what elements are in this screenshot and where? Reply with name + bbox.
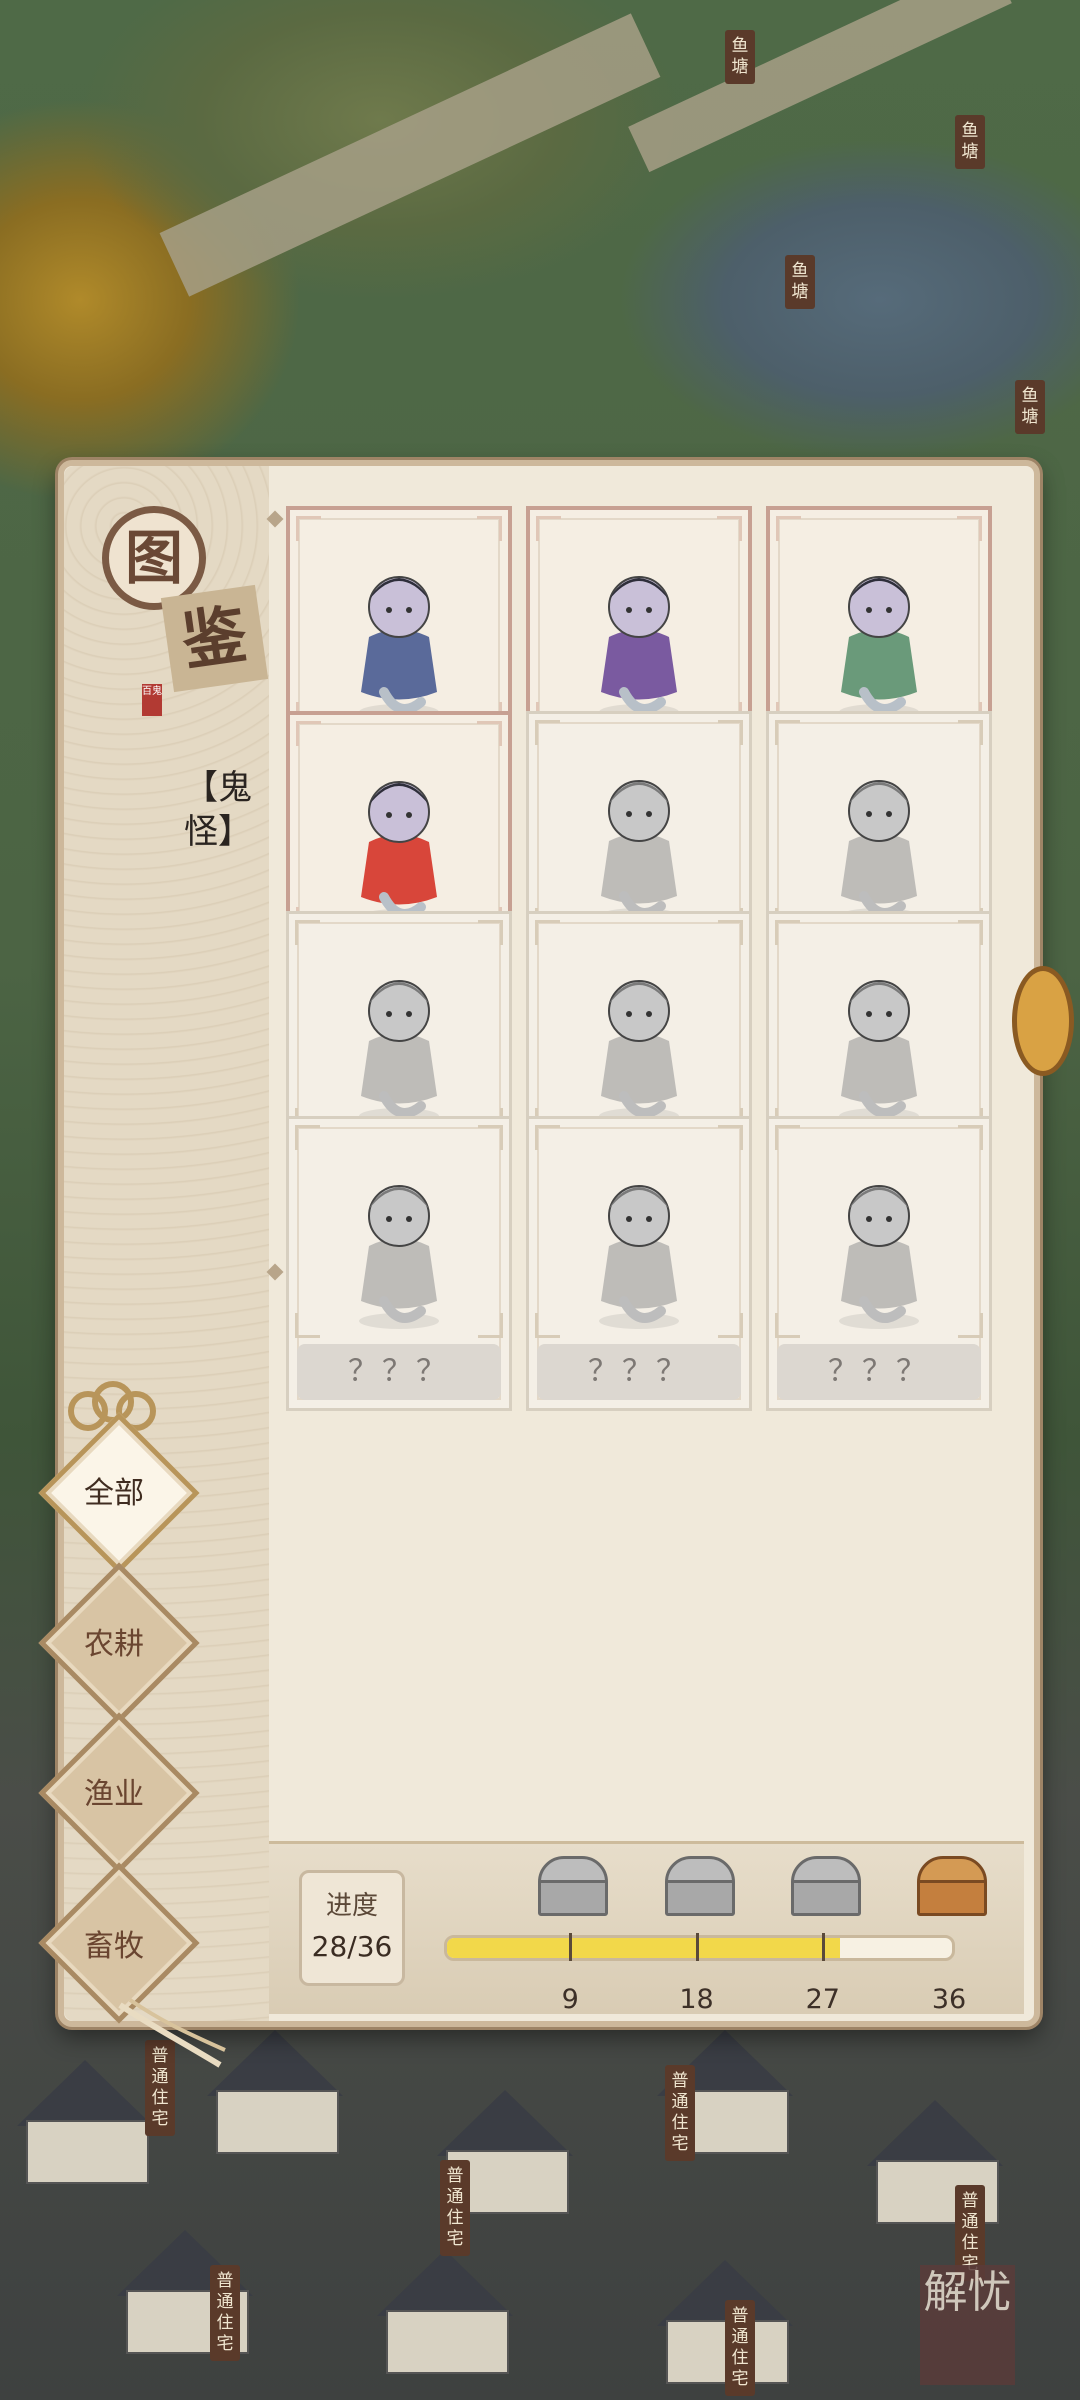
tassel-ornament-icon [118, 1998, 226, 2068]
map-house [100, 2230, 270, 2354]
silhouette-portrait-icon [839, 980, 919, 1124]
card-corner-ornament [775, 920, 800, 945]
card-corner-ornament [295, 1313, 320, 1338]
progress-box: 进度 28/36 [299, 1870, 405, 1986]
card-name: ？？？ [297, 1344, 501, 1400]
card-corner-ornament [718, 920, 743, 945]
card-corner-ornament [477, 516, 502, 541]
card-name: ？？？ [777, 1344, 981, 1400]
card-corner-ornament [957, 516, 982, 541]
milestone-label: 27 [805, 1984, 840, 2015]
locked-card[interactable]: ？？？ [766, 1116, 992, 1411]
silhouette-portrait-icon [359, 1185, 439, 1329]
locked-card[interactable]: ？？？ [526, 1116, 752, 1411]
silhouette-portrait-icon [359, 980, 439, 1124]
card-corner-ornament [717, 516, 742, 541]
card-corner-ornament [535, 1313, 560, 1338]
card-corner-ornament [958, 1125, 983, 1150]
card-corner-ornament [536, 516, 561, 541]
card-corner-ornament [478, 1125, 503, 1150]
collection-grid[interactable]: 舟幽灵酒鬼痴情鬼脱发鬼爱哭鬼倒霉鬼兔夕？？？？？？？？？？？？？？？？？？？？？… [286, 506, 1016, 1836]
card-corner-ornament [776, 516, 801, 541]
silhouette-portrait-icon [599, 780, 679, 924]
ghost-portrait-icon [839, 576, 919, 720]
silhouette-portrait-icon [839, 1185, 919, 1329]
card-corner-ornament [296, 721, 321, 746]
milestone-label: 36 [931, 1984, 967, 2015]
card-corner-ornament [958, 720, 983, 745]
card-corner-ornament [718, 1125, 743, 1150]
card-corner-ornament [535, 1125, 560, 1150]
encyclopedia-title: 图 鉴 百鬼 [102, 506, 269, 716]
encyclopedia-panel: 图 鉴 百鬼 【鬼怪】 全部 农耕 渔业 畜牧 舟幽灵酒鬼痴情鬼脱发鬼爱哭鬼倒霉… [38, 460, 1074, 2027]
card-corner-ornament [958, 920, 983, 945]
map-house [850, 2100, 1020, 2224]
row-divider-ornament [266, 1263, 284, 1281]
card-corner-ornament [535, 720, 560, 745]
card-corner-ornament [295, 1125, 320, 1150]
milestone-label: 9 [561, 1984, 579, 2015]
milestone-label: 18 [679, 1984, 714, 2015]
map-sign-house[interactable]: 普通住宅 [665, 2065, 695, 2161]
card-corner-ornament [535, 920, 560, 945]
card-corner-ornament [775, 720, 800, 745]
map-sign-pond[interactable]: 鱼塘 [785, 255, 815, 309]
progress-value: 28/36 [311, 1930, 393, 1963]
silhouette-portrait-icon [599, 980, 679, 1124]
filter-label: 全部 [84, 1476, 144, 1511]
map-house [360, 2250, 530, 2374]
card-corner-ornament [775, 1125, 800, 1150]
map-sign-house[interactable]: 普通住宅 [725, 2300, 755, 2396]
jieyou-button[interactable]: 解忧 [920, 2265, 1015, 2385]
card-corner-ornament [478, 1313, 503, 1338]
milestone-tick [821, 1933, 825, 1961]
card-corner-ornament [478, 920, 503, 945]
card-corner-ornament [775, 1313, 800, 1338]
category-label: 【鬼怪】 [184, 768, 252, 852]
silver-chest-icon[interactable] [664, 1856, 735, 1916]
silver-chest-icon[interactable] [538, 1856, 609, 1916]
milestone-tick [569, 1933, 573, 1961]
progress-label: 进度 [325, 1891, 378, 1921]
card-corner-ornament [477, 721, 502, 746]
silhouette-portrait-icon [839, 780, 919, 924]
progress-fill [447, 1938, 840, 1958]
filter-label: 渔业 [84, 1777, 144, 1812]
map-sign-pond[interactable]: 鱼塘 [955, 115, 985, 169]
card-name: ？？？ [537, 1344, 741, 1400]
row-divider-ornament [266, 510, 284, 528]
card-corner-ornament [296, 516, 321, 541]
card-corner-ornament [718, 720, 743, 745]
filter-label: 畜牧 [84, 1929, 144, 1964]
silhouette-portrait-icon [599, 1185, 679, 1329]
gold-chest-icon[interactable] [917, 1856, 987, 1916]
side-tab[interactable] [1012, 966, 1074, 1076]
map-sign-pond[interactable]: 鱼塘 [725, 30, 755, 84]
filter-label: 农耕 [84, 1627, 144, 1662]
map-road [159, 13, 661, 297]
ghost-portrait-icon [359, 576, 439, 720]
card-corner-ornament [958, 1313, 983, 1338]
map-sign-house[interactable]: 普通住宅 [210, 2265, 240, 2361]
red-seal-stamp: 百鬼 [142, 684, 162, 716]
title-char: 鉴 [160, 584, 269, 693]
card-corner-ornament [295, 920, 320, 945]
ghost-portrait-icon [359, 781, 439, 925]
silver-chest-icon[interactable] [790, 1856, 861, 1916]
milestone-tick [695, 1933, 699, 1961]
progress-bar [444, 1935, 955, 1961]
ghost-portrait-icon [599, 576, 679, 720]
map-sign-pond[interactable]: 鱼塘 [1015, 380, 1045, 434]
locked-card[interactable]: ？？？ [286, 1116, 512, 1411]
card-corner-ornament [718, 1313, 743, 1338]
map-sign-house[interactable]: 普通住宅 [440, 2160, 470, 2256]
progress-section: 进度 28/36 9 18 27 36 [269, 1841, 1024, 2015]
